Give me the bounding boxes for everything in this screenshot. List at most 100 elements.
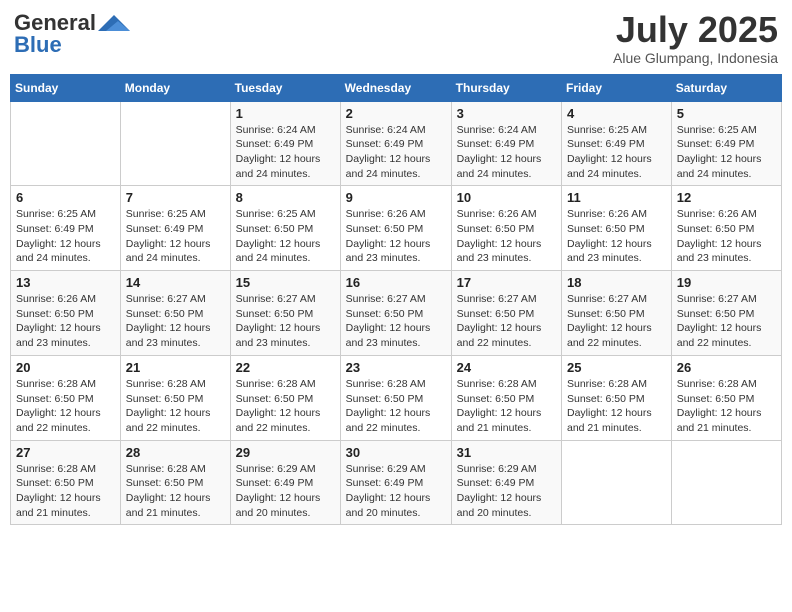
day-info: Sunrise: 6:28 AM Sunset: 6:50 PM Dayligh…: [16, 462, 115, 521]
weekday-header: Friday: [562, 74, 672, 101]
day-info: Sunrise: 6:26 AM Sunset: 6:50 PM Dayligh…: [346, 207, 446, 266]
day-info: Sunrise: 6:28 AM Sunset: 6:50 PM Dayligh…: [567, 377, 666, 436]
calendar-cell: 15 Sunrise: 6:27 AM Sunset: 6:50 PM Dayli…: [230, 271, 340, 356]
logo-blue: Blue: [14, 32, 62, 58]
weekday-header: Thursday: [451, 74, 561, 101]
day-number: 23: [346, 360, 446, 375]
day-number: 4: [567, 106, 666, 121]
day-number: 5: [677, 106, 776, 121]
weekday-header: Tuesday: [230, 74, 340, 101]
logo: General Blue: [14, 10, 130, 58]
calendar-cell: 24 Sunrise: 6:28 AM Sunset: 6:50 PM Dayli…: [451, 355, 561, 440]
calendar-cell: [120, 101, 230, 186]
day-info: Sunrise: 6:25 AM Sunset: 6:49 PM Dayligh…: [126, 207, 225, 266]
day-number: 3: [457, 106, 556, 121]
day-number: 22: [236, 360, 335, 375]
calendar-cell: 10 Sunrise: 6:26 AM Sunset: 6:50 PM Dayli…: [451, 186, 561, 271]
day-number: 18: [567, 275, 666, 290]
calendar-cell: 30 Sunrise: 6:29 AM Sunset: 6:49 PM Dayli…: [340, 440, 451, 525]
day-number: 20: [16, 360, 115, 375]
day-number: 29: [236, 445, 335, 460]
calendar-cell: 22 Sunrise: 6:28 AM Sunset: 6:50 PM Dayli…: [230, 355, 340, 440]
day-number: 26: [677, 360, 776, 375]
calendar-cell: 16 Sunrise: 6:27 AM Sunset: 6:50 PM Dayli…: [340, 271, 451, 356]
calendar-cell: 13 Sunrise: 6:26 AM Sunset: 6:50 PM Dayli…: [11, 271, 121, 356]
day-info: Sunrise: 6:29 AM Sunset: 6:49 PM Dayligh…: [346, 462, 446, 521]
day-number: 7: [126, 190, 225, 205]
day-info: Sunrise: 6:28 AM Sunset: 6:50 PM Dayligh…: [677, 377, 776, 436]
calendar-cell: 6 Sunrise: 6:25 AM Sunset: 6:49 PM Daylig…: [11, 186, 121, 271]
calendar-cell: 25 Sunrise: 6:28 AM Sunset: 6:50 PM Dayli…: [562, 355, 672, 440]
calendar-cell: 5 Sunrise: 6:25 AM Sunset: 6:49 PM Daylig…: [671, 101, 781, 186]
day-info: Sunrise: 6:25 AM Sunset: 6:49 PM Dayligh…: [16, 207, 115, 266]
day-info: Sunrise: 6:26 AM Sunset: 6:50 PM Dayligh…: [567, 207, 666, 266]
calendar-cell: 4Sunrise: 6:25 AM Sunset: 6:49 PM Daylig…: [562, 101, 672, 186]
day-number: 24: [457, 360, 556, 375]
day-info: Sunrise: 6:28 AM Sunset: 6:50 PM Dayligh…: [236, 377, 335, 436]
day-number: 17: [457, 275, 556, 290]
day-info: Sunrise: 6:24 AM Sunset: 6:49 PM Dayligh…: [346, 123, 446, 182]
calendar-cell: 9 Sunrise: 6:26 AM Sunset: 6:50 PM Daylig…: [340, 186, 451, 271]
day-number: 30: [346, 445, 446, 460]
day-number: 8: [236, 190, 335, 205]
calendar-table: SundayMondayTuesdayWednesdayThursdayFrid…: [10, 74, 782, 526]
day-info: Sunrise: 6:27 AM Sunset: 6:50 PM Dayligh…: [346, 292, 446, 351]
calendar-cell: 29 Sunrise: 6:29 AM Sunset: 6:49 PM Dayli…: [230, 440, 340, 525]
day-number: 25: [567, 360, 666, 375]
day-number: 21: [126, 360, 225, 375]
weekday-header: Saturday: [671, 74, 781, 101]
calendar-cell: 27 Sunrise: 6:28 AM Sunset: 6:50 PM Dayli…: [11, 440, 121, 525]
calendar-cell: 21 Sunrise: 6:28 AM Sunset: 6:50 PM Dayli…: [120, 355, 230, 440]
month-title: July 2025: [613, 10, 778, 50]
day-number: 15: [236, 275, 335, 290]
logo-icon: [98, 13, 130, 33]
calendar-week-row: 20 Sunrise: 6:28 AM Sunset: 6:50 PM Dayli…: [11, 355, 782, 440]
weekday-header: Sunday: [11, 74, 121, 101]
day-info: Sunrise: 6:27 AM Sunset: 6:50 PM Dayligh…: [236, 292, 335, 351]
day-info: Sunrise: 6:27 AM Sunset: 6:50 PM Dayligh…: [126, 292, 225, 351]
weekday-header: Monday: [120, 74, 230, 101]
calendar-cell: 8 Sunrise: 6:25 AM Sunset: 6:50 PM Daylig…: [230, 186, 340, 271]
day-number: 12: [677, 190, 776, 205]
day-number: 6: [16, 190, 115, 205]
calendar-cell: 26 Sunrise: 6:28 AM Sunset: 6:50 PM Dayli…: [671, 355, 781, 440]
day-info: Sunrise: 6:28 AM Sunset: 6:50 PM Dayligh…: [457, 377, 556, 436]
calendar-week-row: 6 Sunrise: 6:25 AM Sunset: 6:49 PM Daylig…: [11, 186, 782, 271]
calendar-week-row: 27 Sunrise: 6:28 AM Sunset: 6:50 PM Dayli…: [11, 440, 782, 525]
day-number: 31: [457, 445, 556, 460]
calendar-cell: 17 Sunrise: 6:27 AM Sunset: 6:50 PM Dayli…: [451, 271, 561, 356]
day-info: Sunrise: 6:25 AM Sunset: 6:50 PM Dayligh…: [236, 207, 335, 266]
calendar-cell: 11Sunrise: 6:26 AM Sunset: 6:50 PM Dayli…: [562, 186, 672, 271]
calendar-cell: 12Sunrise: 6:26 AM Sunset: 6:50 PM Dayli…: [671, 186, 781, 271]
day-info: Sunrise: 6:26 AM Sunset: 6:50 PM Dayligh…: [16, 292, 115, 351]
day-info: Sunrise: 6:28 AM Sunset: 6:50 PM Dayligh…: [126, 377, 225, 436]
day-number: 13: [16, 275, 115, 290]
title-block: July 2025 Alue Glumpang, Indonesia: [613, 10, 778, 66]
calendar-cell: [562, 440, 672, 525]
day-number: 1: [236, 106, 335, 121]
day-info: Sunrise: 6:27 AM Sunset: 6:50 PM Dayligh…: [457, 292, 556, 351]
day-info: Sunrise: 6:27 AM Sunset: 6:50 PM Dayligh…: [567, 292, 666, 351]
day-number: 27: [16, 445, 115, 460]
day-info: Sunrise: 6:28 AM Sunset: 6:50 PM Dayligh…: [346, 377, 446, 436]
day-info: Sunrise: 6:29 AM Sunset: 6:49 PM Dayligh…: [236, 462, 335, 521]
page-header: General Blue July 2025 Alue Glumpang, In…: [10, 10, 782, 66]
day-number: 28: [126, 445, 225, 460]
calendar-cell: 1Sunrise: 6:24 AM Sunset: 6:49 PM Daylig…: [230, 101, 340, 186]
day-info: Sunrise: 6:28 AM Sunset: 6:50 PM Dayligh…: [16, 377, 115, 436]
calendar-cell: 14 Sunrise: 6:27 AM Sunset: 6:50 PM Dayli…: [120, 271, 230, 356]
day-info: Sunrise: 6:26 AM Sunset: 6:50 PM Dayligh…: [457, 207, 556, 266]
day-info: Sunrise: 6:24 AM Sunset: 6:49 PM Dayligh…: [457, 123, 556, 182]
day-info: Sunrise: 6:25 AM Sunset: 6:49 PM Dayligh…: [677, 123, 776, 182]
day-info: Sunrise: 6:28 AM Sunset: 6:50 PM Dayligh…: [126, 462, 225, 521]
day-number: 9: [346, 190, 446, 205]
day-info: Sunrise: 6:27 AM Sunset: 6:50 PM Dayligh…: [677, 292, 776, 351]
calendar-cell: 20 Sunrise: 6:28 AM Sunset: 6:50 PM Dayli…: [11, 355, 121, 440]
day-number: 14: [126, 275, 225, 290]
day-number: 16: [346, 275, 446, 290]
calendar-cell: 28 Sunrise: 6:28 AM Sunset: 6:50 PM Dayli…: [120, 440, 230, 525]
weekday-header: Wednesday: [340, 74, 451, 101]
calendar-cell: 23 Sunrise: 6:28 AM Sunset: 6:50 PM Dayli…: [340, 355, 451, 440]
calendar-week-row: 1 Sunrise: 6:24 AM Sunset: 6:49 PM Daylig…: [11, 101, 782, 186]
day-number: 10: [457, 190, 556, 205]
